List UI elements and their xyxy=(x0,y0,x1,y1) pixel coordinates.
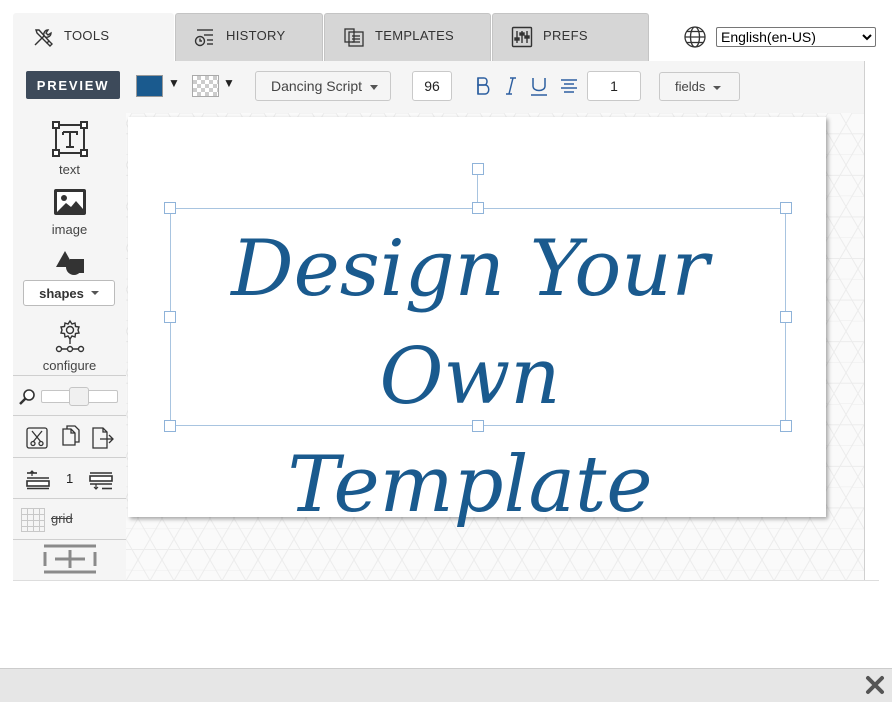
configure-tool[interactable]: configure xyxy=(13,319,126,373)
tab-tools[interactable]: TOOLS xyxy=(13,13,174,62)
bottom-panel xyxy=(13,580,879,668)
templates-icon xyxy=(344,28,364,47)
background-color-swatch[interactable] xyxy=(192,75,219,97)
underline-icon[interactable] xyxy=(529,75,549,97)
cut-icon[interactable] xyxy=(26,427,48,449)
resize-handle-bottom[interactable] xyxy=(472,420,484,432)
gear-icon xyxy=(55,319,84,353)
tab-prefs-label: PREFS xyxy=(543,28,588,43)
bold-icon[interactable] xyxy=(473,75,493,97)
selection-box xyxy=(170,208,786,426)
chevron-down-icon xyxy=(370,85,378,90)
tab-history[interactable]: HISTORY xyxy=(175,13,323,61)
add-page-icon[interactable] xyxy=(42,544,98,574)
layer-index-value: 1 xyxy=(66,471,74,486)
resize-handle-bottom-left[interactable] xyxy=(164,420,176,432)
history-icon xyxy=(194,29,213,47)
formatting-toolbar: PREVIEW ▼ ▼ Dancing Script 96 1 fields xyxy=(13,61,864,113)
paste-icon[interactable] xyxy=(90,425,116,451)
globe-icon xyxy=(684,26,706,48)
image-tool[interactable]: image xyxy=(13,187,126,237)
zoom-icon xyxy=(19,389,35,405)
language-select[interactable]: English(en-US) xyxy=(716,27,876,47)
chevron-down-icon xyxy=(713,86,721,90)
font-size-input[interactable]: 96 xyxy=(412,71,452,101)
grid-toggle[interactable]: grid xyxy=(51,511,73,526)
italic-icon[interactable] xyxy=(501,75,521,97)
divider xyxy=(13,415,126,416)
close-icon[interactable] xyxy=(865,675,885,695)
divider xyxy=(13,498,126,499)
chevron-down-icon xyxy=(90,291,99,295)
image-tool-label: image xyxy=(51,222,88,237)
fields-dropdown[interactable]: fields xyxy=(659,72,740,101)
divider xyxy=(13,457,126,458)
image-icon xyxy=(53,189,86,215)
tab-history-label: HISTORY xyxy=(226,28,286,43)
divider xyxy=(13,375,126,376)
resize-handle-top-right[interactable] xyxy=(780,202,792,214)
text-tool-label: text xyxy=(59,162,80,177)
resize-handle-left[interactable] xyxy=(164,311,176,323)
copy-icon[interactable] xyxy=(58,425,82,451)
resize-handle-top[interactable] xyxy=(472,202,484,214)
shapes-icon xyxy=(56,251,84,275)
fill-color-dropdown-icon[interactable]: ▼ xyxy=(168,76,180,90)
resize-handle-top-left[interactable] xyxy=(164,202,176,214)
font-family-select[interactable]: Dancing Script xyxy=(255,71,391,101)
line-spacing-input[interactable]: 1 xyxy=(587,71,641,101)
font-family-value: Dancing Script xyxy=(271,78,363,94)
tab-prefs[interactable]: PREFS xyxy=(492,13,649,61)
grid-icon xyxy=(21,508,45,532)
background-color-dropdown-icon[interactable]: ▼ xyxy=(223,76,235,90)
configure-tool-label: configure xyxy=(42,358,97,373)
tab-templates-label: TEMPLATES xyxy=(375,28,455,43)
bring-forward-icon[interactable] xyxy=(88,470,114,490)
rotate-handle[interactable] xyxy=(472,163,484,175)
resize-handle-right[interactable] xyxy=(780,311,792,323)
tools-icon xyxy=(34,29,53,47)
fields-label: fields xyxy=(675,79,706,94)
status-bar xyxy=(0,668,892,702)
send-backward-icon[interactable] xyxy=(25,470,51,490)
tab-templates[interactable]: TEMPLATES xyxy=(324,13,491,61)
text-tool[interactable]: text xyxy=(13,121,126,177)
tab-bar: TOOLS HISTORY TEMPLATES PREFS English(en… xyxy=(0,0,892,62)
tool-sidebar: text image shapes configure 1 grid xyxy=(13,113,126,580)
template-editor: TOOLS HISTORY TEMPLATES PREFS English(en… xyxy=(0,0,892,702)
divider xyxy=(13,539,126,540)
language-picker: English(en-US) xyxy=(683,25,876,49)
shapes-label: shapes xyxy=(39,285,84,301)
divider xyxy=(864,61,865,580)
resize-handle-bottom-right[interactable] xyxy=(780,420,792,432)
canvas-area[interactable]: Design Your Own Template xyxy=(126,113,864,580)
shapes-dropdown[interactable]: shapes xyxy=(23,280,115,306)
zoom-slider-thumb[interactable] xyxy=(68,387,89,406)
align-center-icon[interactable] xyxy=(559,75,579,97)
text-icon xyxy=(51,121,88,157)
template-page[interactable]: Design Your Own Template xyxy=(128,117,826,530)
tab-tools-label: TOOLS xyxy=(64,28,110,43)
fill-color-swatch[interactable] xyxy=(136,75,163,97)
preview-button[interactable]: PREVIEW xyxy=(26,71,120,99)
sliders-icon xyxy=(511,26,533,48)
